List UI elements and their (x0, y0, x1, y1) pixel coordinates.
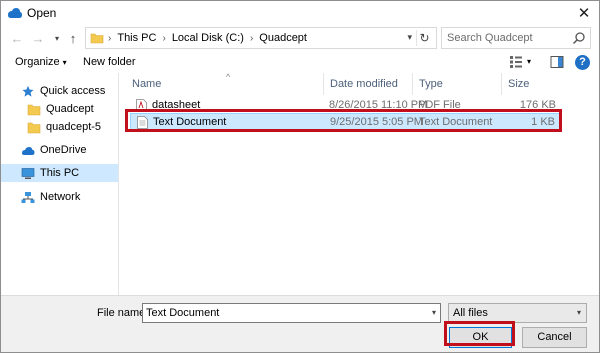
new-folder-button[interactable]: New folder (83, 56, 136, 68)
column-header-size[interactable]: Size (502, 73, 560, 95)
preview-pane-icon[interactable] (550, 55, 564, 69)
back-arrow-icon: ← (10, 30, 24, 46)
nav-item-onedrive[interactable]: OneDrive (1, 141, 118, 159)
navigation-pane: Quick access Quadcept quadcept-5 OneDriv… (1, 73, 119, 295)
star-icon (22, 85, 34, 97)
up-arrow-icon: ↑ (69, 30, 77, 46)
folder-icon (27, 104, 41, 115)
computer-icon (21, 167, 35, 179)
close-icon: ✕ (577, 5, 591, 22)
address-bar[interactable]: › This PC › Local Disk (C:) › Quadcept ▾… (85, 27, 437, 49)
breadcrumb-quadcept[interactable]: Quadcept (259, 32, 307, 44)
file-type-select[interactable]: All files ▾ (448, 303, 587, 323)
column-header-label: Type (419, 78, 443, 90)
folder-icon (27, 122, 41, 133)
column-header-label: Size (508, 78, 530, 90)
sort-ascending-icon: ^ (226, 72, 231, 82)
back-button[interactable]: ← (9, 30, 25, 46)
nav-item-network[interactable]: Network (1, 188, 118, 206)
breadcrumb-separator-icon: › (108, 32, 112, 44)
search-placeholder: Search Quadcept (447, 32, 533, 44)
cancel-button[interactable]: Cancel (522, 327, 587, 348)
nav-item-label: Network (40, 191, 81, 203)
breadcrumb: › This PC › Local Disk (C:) › Quadcept (108, 32, 307, 44)
address-dropdown-icon[interactable]: ▾ (407, 32, 412, 43)
folder-icon (90, 33, 104, 44)
nav-item-this-pc[interactable]: This PC (1, 164, 118, 182)
chevron-down-icon[interactable]: ▾ (432, 308, 436, 317)
up-button[interactable]: ↑ (65, 30, 81, 46)
forward-arrow-icon: → (31, 30, 45, 46)
ok-button-highlight (444, 321, 515, 346)
search-input[interactable]: Search Quadcept (441, 27, 591, 49)
breadcrumb-local-disk[interactable]: Local Disk (C:) (172, 32, 244, 44)
navigation-row: ← → ▾ ↑ › This PC › Local Disk (C:) › Qu… (1, 25, 599, 51)
file-type-value: All files (453, 307, 488, 319)
chevron-down-icon: ▾ (62, 58, 67, 67)
nav-item-label: quadcept-5 (46, 121, 102, 133)
selected-file-highlight (125, 109, 562, 132)
nav-item-label: Quick access (40, 85, 106, 97)
file-name-value: Text Document (146, 307, 220, 319)
command-bar: Organize ▾ New folder ▾ ? (1, 51, 599, 73)
nav-item-label: This PC (40, 167, 80, 179)
nav-item-quadcept[interactable]: Quadcept (1, 100, 118, 118)
column-header-date-modified[interactable]: Date modified (324, 73, 413, 95)
file-list: Name ^ Date modified Type Size datasheet… (120, 72, 599, 295)
chevron-down-icon: ▾ (54, 33, 59, 43)
breadcrumb-separator-icon: › (249, 32, 254, 44)
open-dialog-icon (8, 8, 22, 18)
recent-locations-button[interactable]: ▾ (49, 30, 65, 46)
column-header-label: Name (132, 78, 162, 90)
search-icon (572, 32, 585, 45)
close-button[interactable]: ✕ (575, 4, 593, 22)
breadcrumb-separator-icon: › (162, 32, 166, 44)
breadcrumb-this-pc[interactable]: This PC (117, 32, 156, 44)
column-header-type[interactable]: Type (413, 73, 502, 95)
refresh-button[interactable]: ↻ (416, 30, 432, 46)
cloud-icon (22, 146, 35, 155)
nav-item-label: OneDrive (40, 144, 87, 156)
forward-button[interactable]: → (30, 30, 46, 46)
view-dropdown-icon[interactable]: ▾ (527, 57, 531, 66)
network-icon (21, 191, 35, 203)
chevron-down-icon: ▾ (576, 308, 581, 317)
nav-item-quick-access[interactable]: Quick access (1, 82, 118, 100)
help-icon[interactable]: ? (575, 55, 590, 70)
file-name-input[interactable]: Text Document ▾ (142, 303, 441, 323)
organize-label: Organize (15, 56, 60, 68)
title-bar: Open ✕ (1, 1, 599, 25)
refresh-icon: ↻ (419, 31, 430, 45)
nav-item-quadcept-5[interactable]: quadcept-5 (1, 118, 118, 136)
organize-menu[interactable]: Organize ▾ (15, 56, 67, 68)
open-dialog: Open ✕ ← → ▾ ↑ › This PC › Local Disk (C… (0, 0, 600, 353)
view-options-icon[interactable] (509, 55, 523, 69)
file-name-label: File name: (97, 307, 149, 319)
window-title: Open (27, 6, 57, 20)
column-header-name[interactable]: Name ^ (126, 72, 324, 95)
nav-item-label: Quadcept (46, 103, 94, 115)
column-header-label: Date modified (330, 78, 398, 90)
